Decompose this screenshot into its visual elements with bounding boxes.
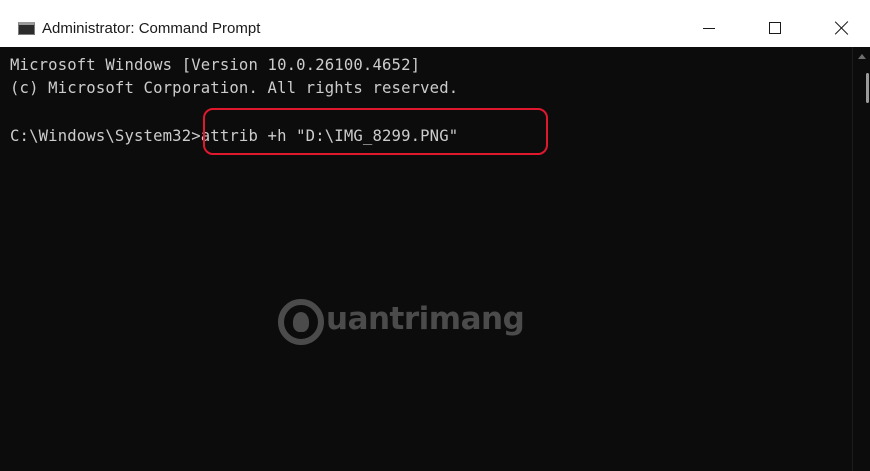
- maximize-button[interactable]: [752, 12, 798, 44]
- minimize-button[interactable]: [686, 12, 732, 44]
- maximize-icon: [769, 22, 781, 34]
- command-prompt-icon[interactable]: [18, 22, 35, 35]
- command-prompt-window: Administrator: Command Prompt Microsoft …: [0, 0, 870, 471]
- console-output[interactable]: Microsoft Windows [Version 10.0.26100.46…: [0, 47, 852, 471]
- close-button[interactable]: [819, 12, 865, 44]
- command-highlight-box: [203, 108, 548, 155]
- watermark-text: uantrimang: [326, 301, 525, 337]
- title-bar[interactable]: Administrator: Command Prompt: [0, 0, 870, 47]
- window-title: Administrator: Command Prompt: [42, 20, 261, 37]
- console-line-version: Microsoft Windows [Version 10.0.26100.46…: [10, 56, 421, 74]
- scrollbar-thumb[interactable]: [866, 73, 869, 103]
- scroll-up-arrow-icon[interactable]: [858, 54, 866, 59]
- minimize-icon: [703, 27, 715, 29]
- watermark-logo-icon: [278, 299, 324, 345]
- watermark-logo: uantrimang: [278, 295, 548, 355]
- vertical-scrollbar[interactable]: [852, 47, 870, 471]
- close-icon: [835, 21, 849, 35]
- console-line-copyright: (c) Microsoft Corporation. All rights re…: [10, 79, 459, 97]
